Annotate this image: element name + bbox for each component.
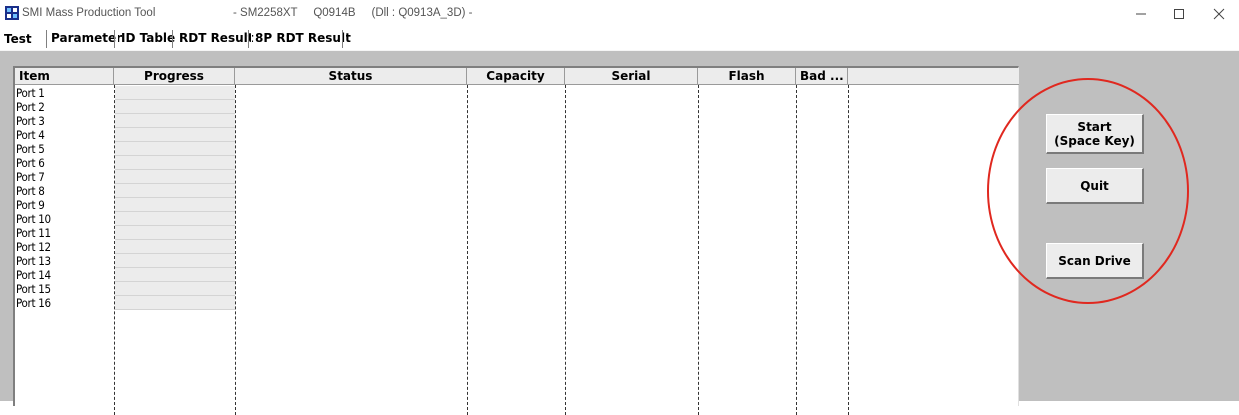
column-divider bbox=[796, 85, 797, 415]
progress-bar bbox=[115, 170, 235, 184]
list-item-port-11[interactable]: Port 11 bbox=[16, 226, 51, 240]
list-item-port-5[interactable]: Port 5 bbox=[16, 142, 45, 156]
port-list[interactable]: Item Progress Status Capacity Serial Fla… bbox=[13, 66, 1019, 415]
column-header-flash[interactable]: Flash bbox=[698, 68, 796, 84]
progress-bar bbox=[115, 198, 235, 212]
progress-bar bbox=[115, 114, 235, 128]
list-item-port-16[interactable]: Port 16 bbox=[16, 296, 51, 310]
scan-drive-button[interactable]: Scan Drive bbox=[1046, 243, 1144, 279]
column-header-progress[interactable]: Progress bbox=[114, 68, 235, 84]
progress-bar bbox=[115, 184, 235, 198]
list-item-port-12[interactable]: Port 12 bbox=[16, 240, 51, 254]
tab-rdt-result[interactable]: RDT Result bbox=[179, 28, 253, 49]
column-header-capacity[interactable]: Capacity bbox=[467, 68, 565, 84]
progress-bar bbox=[115, 156, 235, 170]
list-item-port-15[interactable]: Port 15 bbox=[16, 282, 51, 296]
maximize-icon bbox=[1174, 9, 1184, 19]
minimize-button[interactable] bbox=[1126, 4, 1156, 24]
column-header-bad[interactable]: Bad ... bbox=[796, 68, 848, 84]
column-divider bbox=[848, 85, 849, 415]
list-item-port-8[interactable]: Port 8 bbox=[16, 184, 45, 198]
list-item-port-2[interactable]: Port 2 bbox=[16, 100, 45, 114]
list-item-port-10[interactable]: Port 10 bbox=[16, 212, 51, 226]
scan-drive-button-label: Scan Drive bbox=[1058, 253, 1131, 268]
list-item-port-6[interactable]: Port 6 bbox=[16, 156, 45, 170]
list-item-port-1[interactable]: Port 1 bbox=[16, 86, 45, 100]
close-icon bbox=[1213, 8, 1225, 20]
window-title: SMI Mass Production Tool bbox=[22, 7, 156, 19]
list-item-port-4[interactable]: Port 4 bbox=[16, 128, 45, 142]
progress-bar bbox=[115, 240, 235, 254]
start-button[interactable]: Start (Space Key) bbox=[1046, 114, 1144, 154]
quit-button[interactable]: Quit bbox=[1046, 168, 1144, 204]
column-header-serial[interactable]: Serial bbox=[565, 68, 698, 84]
list-header: Item Progress Status Capacity Serial Fla… bbox=[15, 68, 1019, 85]
title-bar[interactable]: SMI Mass Production Tool - SM2258XT Q091… bbox=[0, 0, 1239, 28]
progress-bar bbox=[115, 128, 235, 142]
column-divider bbox=[565, 85, 566, 415]
list-item-port-13[interactable]: Port 13 bbox=[16, 254, 51, 268]
list-item-port-14[interactable]: Port 14 bbox=[16, 268, 51, 282]
column-divider bbox=[235, 85, 236, 415]
progress-bar bbox=[115, 268, 235, 282]
list-item-port-7[interactable]: Port 7 bbox=[16, 170, 45, 184]
tab-test[interactable]: Test bbox=[4, 28, 32, 49]
tab-separator bbox=[46, 30, 50, 48]
column-header-status[interactable]: Status bbox=[235, 68, 467, 84]
list-item-port-3[interactable]: Port 3 bbox=[16, 114, 45, 128]
window-subtitle: - SM2258XT Q0914B (Dll : Q0913A_3D) - bbox=[233, 7, 473, 19]
tab-id-table[interactable]: ID Table bbox=[121, 28, 175, 49]
progress-bar bbox=[115, 296, 235, 310]
tab-8p-rdt-result[interactable]: 8P RDT Result bbox=[255, 28, 351, 49]
test-panel: Item Progress Status Capacity Serial Fla… bbox=[0, 50, 1239, 415]
column-header-empty bbox=[848, 68, 1019, 84]
tab-strip: Test Parameter ID Table RDT Result 8P RD… bbox=[0, 28, 1239, 50]
progress-bar bbox=[115, 100, 235, 114]
tab-separator bbox=[248, 30, 252, 48]
progress-bar bbox=[115, 212, 235, 226]
list-item-port-9[interactable]: Port 9 bbox=[16, 198, 45, 212]
quit-button-label: Quit bbox=[1080, 178, 1109, 193]
start-button-hint: (Space Key) bbox=[1054, 133, 1135, 148]
progress-bar bbox=[115, 86, 235, 100]
close-button[interactable] bbox=[1204, 4, 1234, 24]
progress-bar bbox=[115, 254, 235, 268]
start-button-label: Start bbox=[1077, 119, 1112, 134]
minimize-icon bbox=[1136, 13, 1146, 15]
tab-separator bbox=[114, 30, 118, 48]
column-divider bbox=[467, 85, 468, 415]
tab-parameter[interactable]: Parameter bbox=[51, 28, 122, 49]
maximize-button[interactable] bbox=[1164, 4, 1194, 24]
column-header-item[interactable]: Item bbox=[15, 68, 114, 84]
tab-separator bbox=[342, 30, 346, 48]
progress-bar bbox=[115, 282, 235, 296]
column-divider bbox=[698, 85, 699, 415]
progress-bar bbox=[115, 226, 235, 240]
smi-app-icon bbox=[5, 6, 19, 20]
progress-bar bbox=[115, 142, 235, 156]
tab-separator bbox=[172, 30, 176, 48]
